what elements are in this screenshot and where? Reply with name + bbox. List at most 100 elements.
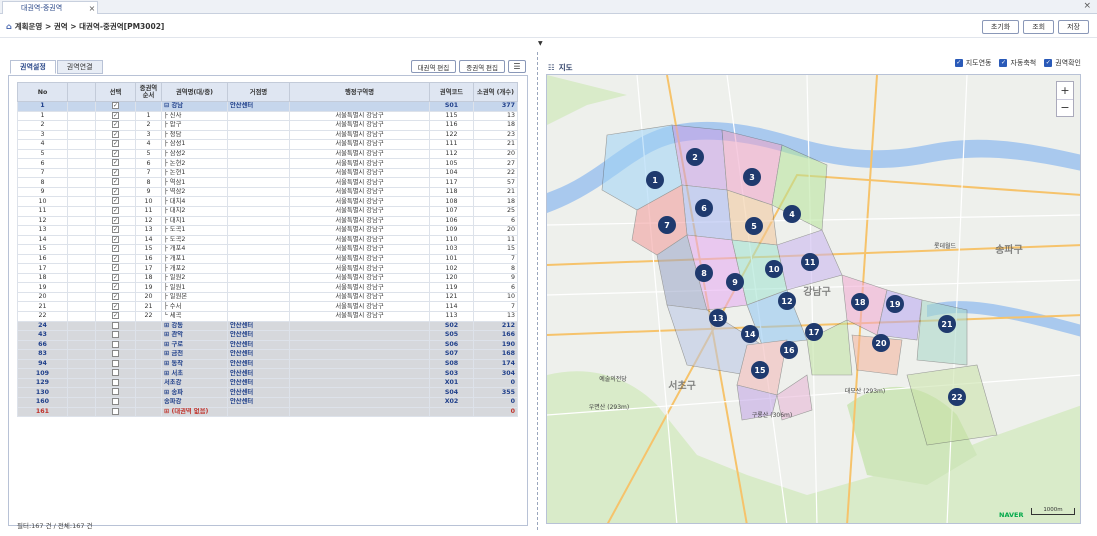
collapse-toggle-icon[interactable]: ▼ — [538, 40, 543, 47]
row-checkbox[interactable]: ✓ — [112, 102, 119, 110]
check-auto-scale[interactable]: ✓ 자동축척 — [999, 58, 1036, 68]
row-checkbox[interactable] — [112, 407, 119, 415]
tab-main[interactable]: 대권역-중권역 × — [2, 1, 98, 14]
row-checkbox[interactable]: ✓ — [112, 169, 119, 176]
col-no[interactable]: No — [17, 82, 68, 102]
table-row[interactable]: 20 ✓ 20 ├ 일원본 서울특별시 강남구 121 10 — [17, 291, 518, 303]
table-row[interactable]: 22 ✓ 22 └ 세곡 서울특별시 강남구 113 13 — [17, 311, 518, 322]
row-checkbox[interactable]: ✓ — [112, 283, 119, 291]
table-row[interactable]: 8 ✓ 8 ├ 역삼1 서울특별시 강남구 117 57 — [17, 177, 518, 188]
checkbox-icon[interactable]: ✓ — [954, 59, 963, 67]
table-row[interactable]: 83 ⊞ 금천 안산센터 S07 168 — [17, 349, 518, 360]
tab-region-settings[interactable]: 권역설정 — [10, 60, 56, 74]
row-checkbox[interactable]: ✓ — [112, 121, 119, 129]
tab-close-icon[interactable]: × — [87, 4, 97, 13]
tab-region-link[interactable]: 권역연결 — [56, 60, 103, 74]
reset-button[interactable]: 초기화 — [981, 20, 1020, 34]
table-row[interactable]: 12 ✓ 12 ├ 대치1 서울특별시 강남구 106 6 — [17, 215, 518, 227]
row-checkbox[interactable]: ✓ — [112, 245, 119, 253]
table-row[interactable]: 1 ✓ 1 ├ 신사 서울특별시 강남구 115 13 — [17, 110, 518, 122]
row-checkbox[interactable] — [112, 360, 119, 367]
table-row[interactable]: 11 ✓ 11 ├ 대치2 서울특별시 강남구 107 25 — [17, 206, 518, 217]
table-row[interactable]: 7 ✓ 7 ├ 논현1 서울특별시 강남구 104 22 — [17, 167, 518, 179]
table-row[interactable]: 109 ⊞ 서초 안산센터 S03 304 — [17, 368, 518, 379]
row-checkbox[interactable]: ✓ — [112, 178, 119, 186]
edit-major-region-button[interactable]: 대권역 편집 — [410, 60, 457, 73]
zoom-out-icon[interactable]: − — [1057, 100, 1073, 117]
table-row[interactable]: 4 ✓ 4 ├ 삼성1 서울특별시 강남구 111 21 — [17, 139, 518, 150]
check-region-confirm[interactable]: ✓ 권역확인 — [1044, 58, 1081, 68]
table-row[interactable]: 13 ✓ 13 ├ 도곡1 서울특별시 강남구 109 20 — [17, 225, 518, 236]
row-checkbox[interactable]: ✓ — [112, 188, 119, 195]
row-checkbox[interactable]: ✓ — [112, 159, 119, 167]
table-row[interactable]: 160 송파강 안산센터 X02 0 — [17, 396, 518, 408]
table-row[interactable]: 1 ✓ ⊟ 강남 안산센터 S01 377 — [17, 101, 518, 112]
table-row[interactable]: 14 ✓ 14 ├ 도곡2 서울특별시 강남구 110 11 — [17, 234, 518, 246]
table-row[interactable]: 2 ✓ 2 ├ 압구 서울특별시 강남구 116 18 — [17, 120, 518, 131]
row-checkbox[interactable] — [112, 341, 119, 348]
table-row[interactable]: 16 ✓ 16 ├ 개포1 서울특별시 강남구 101 7 — [17, 253, 518, 265]
row-checkbox[interactable]: ✓ — [112, 264, 119, 272]
row-checkbox[interactable] — [112, 331, 119, 339]
checkbox-icon[interactable]: ✓ — [1044, 59, 1053, 67]
table-row[interactable]: 18 ✓ 18 ├ 일원2 서울특별시 강남구 120 9 — [17, 272, 518, 284]
table-row[interactable]: 19 ✓ 19 ├ 일원1 서울특별시 강남구 119 6 — [17, 282, 518, 293]
row-checkbox[interactable]: ✓ — [112, 207, 119, 215]
table-row[interactable]: 43 ⊞ 관악 안산센터 S05 166 — [17, 330, 518, 341]
row-checkbox[interactable]: ✓ — [112, 293, 119, 300]
row-checkbox[interactable]: ✓ — [112, 255, 119, 262]
table-row[interactable]: 10 ✓ 10 ├ 대치4 서울특별시 강남구 108 18 — [17, 196, 518, 207]
row-checkbox[interactable]: ✓ — [112, 302, 119, 310]
col-select[interactable]: 선택 — [95, 82, 136, 102]
svg-text:4: 4 — [789, 210, 795, 219]
col-count[interactable]: 소권역 (개수) — [473, 82, 518, 102]
row-checkbox[interactable]: ✓ — [112, 217, 119, 224]
row-checkbox[interactable]: ✓ — [112, 274, 119, 281]
col-hub[interactable]: 거점명 — [227, 82, 290, 102]
row-checkbox[interactable]: ✓ — [112, 131, 119, 138]
table-row[interactable]: 15 ✓ 15 ├ 개포4 서울특별시 강남구 103 15 — [17, 244, 518, 255]
table-row[interactable]: 5 ✓ 5 ├ 삼성2 서울특별시 강남구 112 20 — [17, 148, 518, 160]
search-button[interactable]: 조회 — [1023, 20, 1055, 34]
table-row[interactable]: 9 ✓ 9 ├ 역삼2 서울특별시 강남구 118 21 — [17, 186, 518, 198]
row-checkbox[interactable]: ✓ — [112, 226, 119, 234]
row-checkbox[interactable] — [112, 322, 119, 329]
map-view[interactable]: 1 2 3 4 5 6 7 8 9 10 11 12 13 14 15 16 1… — [546, 74, 1081, 524]
check-map-link[interactable]: ✓ 지도연동 — [954, 58, 991, 68]
table-row[interactable]: 24 ⊞ 강동 안산센터 S02 212 — [17, 320, 518, 332]
col-name[interactable]: 권역명(대/중) — [161, 82, 228, 102]
table-row[interactable]: 3 ✓ 3 ├ 청담 서울특별시 강남구 122 23 — [17, 129, 518, 141]
table-row[interactable]: 161 ⊞ (대권역 없음) 0 — [17, 406, 518, 418]
row-checkbox[interactable]: ✓ — [112, 150, 119, 157]
table-row[interactable]: 94 ⊞ 동작 안산센터 S08 174 — [17, 358, 518, 370]
row-checkbox[interactable] — [112, 398, 119, 405]
col-admin[interactable]: 행정구역명 — [289, 82, 430, 102]
cell-order — [135, 406, 162, 418]
row-checkbox[interactable] — [112, 369, 119, 377]
window-close-icon[interactable]: × — [1083, 1, 1091, 11]
row-checkbox[interactable]: ✓ — [112, 236, 119, 243]
row-checkbox[interactable] — [112, 388, 119, 396]
row-checkbox[interactable] — [112, 350, 119, 358]
row-checkbox[interactable]: ✓ — [112, 197, 119, 205]
table-row[interactable]: 6 ✓ 6 ├ 논현2 서울특별시 강남구 105 27 — [17, 158, 518, 169]
col-code[interactable]: 권역코드 — [429, 82, 474, 102]
table-row[interactable]: 21 ✓ 21 ├ 수서 서울특별시 강남구 114 7 — [17, 301, 518, 313]
table-row[interactable]: 17 ✓ 17 ├ 개포2 서울특별시 강남구 102 8 — [17, 263, 518, 274]
row-checkbox[interactable]: ✓ — [112, 112, 119, 119]
row-checkbox[interactable]: ✓ — [112, 140, 119, 148]
row-checkbox[interactable]: ✓ — [112, 312, 119, 320]
checkbox-icon[interactable]: ✓ — [999, 59, 1008, 67]
table-row[interactable]: 130 ⊞ 송파 안산센터 S04 355 — [17, 387, 518, 398]
col-order[interactable]: 중권역 순서 — [135, 82, 162, 102]
map-canvas[interactable]: 1 2 3 4 5 6 7 8 9 10 11 12 13 14 15 16 1… — [547, 75, 1081, 524]
row-checkbox[interactable] — [112, 379, 119, 386]
home-icon[interactable]: ⌂ — [6, 22, 12, 31]
table-row[interactable]: 66 ⊞ 구로 안산센터 S06 190 — [17, 339, 518, 351]
table-row[interactable]: 129 서초강 안산센터 X01 0 — [17, 377, 518, 389]
menu-icon[interactable]: ☰ — [508, 60, 526, 73]
panel-splitter[interactable] — [537, 52, 538, 530]
edit-mid-region-button[interactable]: 중권역 편집 — [459, 60, 505, 73]
save-button[interactable]: 저장 — [1058, 20, 1089, 34]
zoom-in-icon[interactable]: + — [1057, 82, 1073, 100]
